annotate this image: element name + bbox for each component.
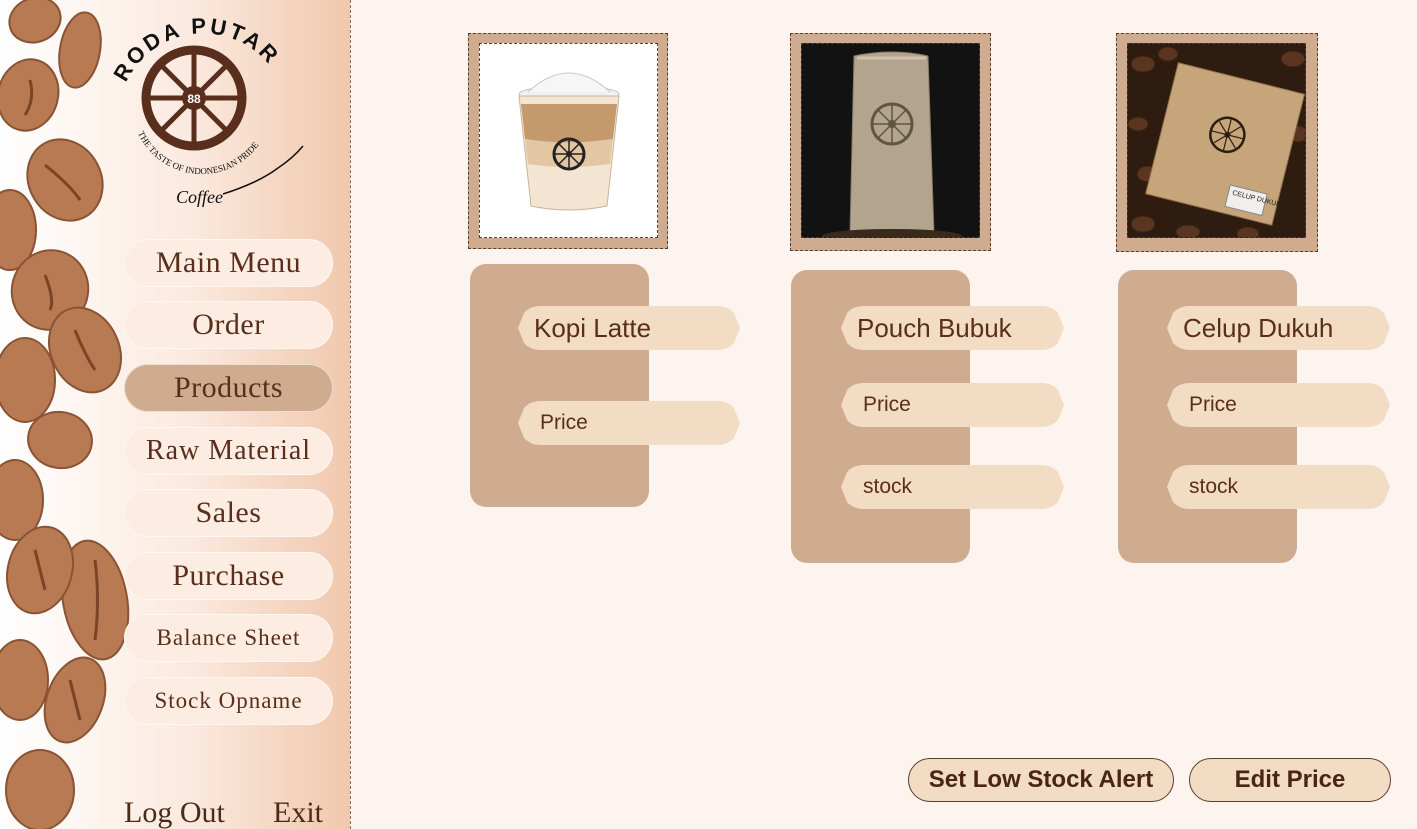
pouch-bubuk-image: [801, 43, 980, 238]
stock-input[interactable]: stock: [841, 465, 1064, 509]
price-input[interactable]: Price: [1167, 383, 1390, 427]
celup-dukuh-image: CELUP DUKUH: [1127, 43, 1306, 238]
product-name: Kopi Latte: [518, 306, 740, 350]
product-photo-frame: [468, 33, 668, 249]
exit-link[interactable]: Exit: [273, 796, 323, 829]
svg-text:THE TASTE OF INDONESIAN PRIDE: THE TASTE OF INDONESIAN PRIDE: [136, 129, 261, 176]
roda-putar-logo: RODA PUTAR 88 THE TASTE OF INDONESIAN PR…: [108, 13, 304, 207]
nav-raw-material[interactable]: Raw Material: [124, 427, 333, 475]
edit-price-button[interactable]: Edit Price: [1189, 758, 1391, 802]
nav-sales[interactable]: Sales: [124, 489, 333, 537]
nav-order[interactable]: Order: [124, 301, 333, 349]
logo-tagline: THE TASTE OF INDONESIAN PRIDE: [136, 129, 261, 176]
stock-input[interactable]: stock: [1167, 465, 1390, 509]
log-out-link[interactable]: Log Out: [124, 796, 225, 829]
kopi-latte-image: [479, 43, 658, 238]
nav-main-menu[interactable]: Main Menu: [124, 239, 333, 287]
product-name: Pouch Bubuk: [841, 306, 1064, 350]
nav-balance-sheet[interactable]: Balance Sheet: [124, 614, 333, 662]
price-input[interactable]: Price: [518, 401, 740, 445]
nav-stock-opname[interactable]: Stock Opname: [124, 677, 333, 725]
product-info-panel: [470, 264, 649, 507]
logo-sub: Coffee: [176, 187, 223, 207]
price-input[interactable]: Price: [841, 383, 1064, 427]
product-photo-frame: [790, 33, 991, 251]
logo-number: 88: [187, 92, 201, 106]
nav-products[interactable]: Products: [124, 364, 333, 412]
product-photo-frame: CELUP DUKUH: [1116, 33, 1318, 252]
product-name: Celup Dukuh: [1167, 306, 1390, 350]
set-low-stock-alert-button[interactable]: Set Low Stock Alert: [908, 758, 1174, 802]
sidebar: RODA PUTAR 88 THE TASTE OF INDONESIAN PR…: [0, 0, 351, 829]
nav-purchase[interactable]: Purchase: [124, 552, 333, 600]
